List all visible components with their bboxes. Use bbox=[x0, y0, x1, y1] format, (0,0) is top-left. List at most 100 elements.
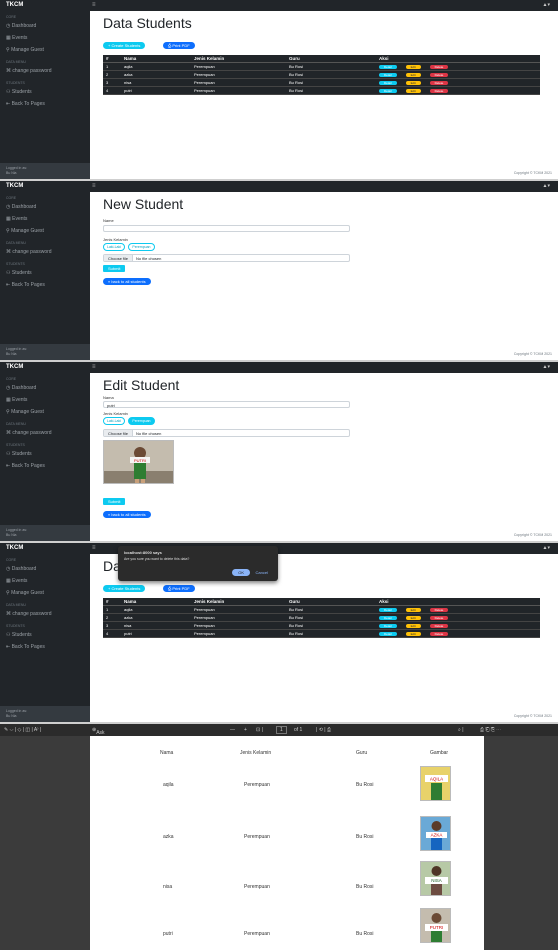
sidebar-item-change-password[interactable]: ⌘ change password bbox=[0, 427, 90, 439]
menu-toggle-icon[interactable]: ≡ bbox=[92, 545, 96, 551]
edit-button[interactable]: Edit bbox=[405, 608, 421, 612]
sidebar-item-change-password[interactable]: ⌘ change password bbox=[0, 608, 90, 620]
create-students-button[interactable]: + Create Students bbox=[103, 42, 146, 49]
sidebar-item-events[interactable]: ▦ Events bbox=[0, 394, 90, 406]
search-icon[interactable]: ⌕ | bbox=[458, 727, 464, 733]
dialog-cancel-button[interactable]: Cancel bbox=[254, 569, 270, 576]
delete-button[interactable]: Delete bbox=[429, 616, 449, 620]
file-input[interactable]: Choose file No file chosen bbox=[103, 254, 350, 262]
detail-button[interactable]: Detail bbox=[379, 608, 397, 612]
detail-button[interactable]: Detail bbox=[379, 89, 397, 93]
back-to-students-button[interactable]: « back to all students bbox=[103, 278, 151, 285]
brand[interactable]: TKCM bbox=[6, 183, 23, 189]
delete-button[interactable]: Delete bbox=[429, 624, 449, 628]
sidebar-item-manage-guest[interactable]: ⚲ Manage Guest bbox=[0, 44, 90, 56]
edit-button[interactable]: Edit bbox=[405, 65, 421, 69]
back-to-students-button[interactable]: « back to all students bbox=[103, 511, 151, 518]
name-input[interactable] bbox=[103, 225, 350, 232]
sidebar-item-events[interactable]: ▦ Events bbox=[0, 213, 90, 225]
sidebar-item-dashboard[interactable]: ◷ Dashboard bbox=[0, 563, 90, 575]
page-count: of 1 bbox=[294, 727, 303, 733]
name-label: Nama bbox=[103, 395, 114, 400]
menu-toggle-icon[interactable]: ≡ bbox=[92, 183, 96, 189]
ask-copilot-button[interactable]: ⊕ Ask Copilot bbox=[92, 727, 112, 742]
edit-button[interactable]: Edit bbox=[405, 632, 421, 636]
submit-button[interactable]: Submit bbox=[103, 265, 126, 272]
sidebar-item-change-password[interactable]: ⌘ change password bbox=[0, 65, 90, 77]
user-menu-icon[interactable]: ▲▾ bbox=[543, 545, 550, 551]
detail-button[interactable]: Detail bbox=[379, 632, 397, 636]
zoom-in-icon[interactable]: + bbox=[244, 727, 247, 733]
sidebar-item-change-password[interactable]: ⌘ change password bbox=[0, 246, 90, 258]
radio-perempuan[interactable]: Perempuan bbox=[128, 417, 155, 425]
pdf-cell-guru: Bu Rosi bbox=[356, 834, 374, 840]
user-menu-icon[interactable]: ▲▾ bbox=[543, 183, 550, 189]
radio-laki-laki[interactable]: Laki-Laki bbox=[103, 417, 126, 425]
sidebar-item-students[interactable]: ⚇ Students bbox=[0, 629, 90, 641]
delete-button[interactable]: Delete bbox=[429, 89, 449, 93]
edit-button[interactable]: Edit bbox=[405, 624, 421, 628]
brand[interactable]: TKCM bbox=[6, 364, 23, 370]
fit-page-icon[interactable]: ⊡ | bbox=[256, 727, 263, 733]
print-icon[interactable]: ⎙ ⎗ ⎘ ⋯ bbox=[480, 727, 501, 733]
sidebar-item-manage-guest[interactable]: ⚲ Manage Guest bbox=[0, 406, 90, 418]
sidebar-item-back[interactable]: ⇤ Back To Pages bbox=[0, 279, 90, 291]
detail-button[interactable]: Detail bbox=[379, 616, 397, 620]
print-pdf-button[interactable]: ⎙ Print PDF bbox=[163, 585, 195, 592]
menu-toggle-icon[interactable]: ≡ bbox=[92, 364, 96, 370]
choose-file-button[interactable]: Choose file bbox=[104, 430, 134, 436]
user-menu-icon[interactable]: ▲▾ bbox=[543, 2, 550, 8]
name-input[interactable]: putri bbox=[103, 401, 350, 408]
brand[interactable]: TKCM bbox=[6, 545, 23, 551]
pdf-cell-jk: Perempuan bbox=[244, 884, 270, 890]
main-content: Edit Student Nama putri Jenis Kelamin La… bbox=[90, 373, 558, 541]
table-row: 3 nisa Perempuan Bu Rosi Detail Edit Delete bbox=[103, 78, 540, 87]
gender-label: Jenis Kelamin bbox=[103, 237, 128, 242]
edit-button[interactable]: Edit bbox=[405, 81, 421, 85]
sidebar-item-back[interactable]: ⇤ Back To Pages bbox=[0, 98, 90, 110]
sidebar-item-dashboard[interactable]: ◷ Dashboard bbox=[0, 382, 90, 394]
draw-icon[interactable]: ✎ ⌵ | ◇ | ◫ | A⁾ | bbox=[4, 727, 41, 733]
sidebar-item-events[interactable]: ▦ Events bbox=[0, 32, 90, 44]
user-menu-icon[interactable]: ▲▾ bbox=[543, 364, 550, 370]
pdf-page: Nama Jenis Kelamin Guru Gambar aqila Per… bbox=[90, 736, 484, 950]
detail-button[interactable]: Detail bbox=[379, 65, 397, 69]
sidebar-item-students[interactable]: ⚇ Students bbox=[0, 448, 90, 460]
sidebar-item-events[interactable]: ▦ Events bbox=[0, 575, 90, 587]
delete-button[interactable]: Delete bbox=[429, 632, 449, 636]
file-input[interactable]: Choose file No file chosen bbox=[103, 429, 350, 437]
menu-toggle-icon[interactable]: ≡ bbox=[92, 2, 96, 8]
sidebar-item-manage-guest[interactable]: ⚲ Manage Guest bbox=[0, 587, 90, 599]
sidebar-item-dashboard[interactable]: ◷ Dashboard bbox=[0, 201, 90, 213]
submit-button[interactable]: Submit bbox=[103, 498, 126, 505]
sidebar: CORE ◷ Dashboard ▦ Events ⚲ Manage Guest… bbox=[0, 554, 90, 722]
sidebar-item-students[interactable]: ⚇ Students bbox=[0, 267, 90, 279]
brand[interactable]: TKCM bbox=[6, 2, 23, 8]
edit-button[interactable]: Edit bbox=[405, 73, 421, 77]
radio-laki-laki[interactable]: Laki-Laki bbox=[103, 243, 126, 251]
delete-button[interactable]: Delete bbox=[429, 608, 449, 612]
choose-file-button[interactable]: Choose file bbox=[104, 255, 134, 261]
delete-button[interactable]: Delete bbox=[429, 73, 449, 77]
detail-button[interactable]: Detail bbox=[379, 73, 397, 77]
edit-button[interactable]: Edit bbox=[405, 89, 421, 93]
sidebar-item-dashboard[interactable]: ◷ Dashboard bbox=[0, 20, 90, 32]
page-number-input[interactable]: 1 bbox=[276, 726, 287, 734]
pdf-student-photo: PUTRI bbox=[420, 908, 451, 943]
delete-button[interactable]: Delete bbox=[429, 65, 449, 69]
create-students-button[interactable]: + Create Students bbox=[103, 585, 146, 592]
edit-button[interactable]: Edit bbox=[405, 616, 421, 620]
detail-button[interactable]: Detail bbox=[379, 81, 397, 85]
rotate-icon[interactable]: | ⟲ | ⎙ bbox=[316, 727, 331, 733]
delete-button[interactable]: Delete bbox=[429, 81, 449, 85]
sidebar-item-manage-guest[interactable]: ⚲ Manage Guest bbox=[0, 225, 90, 237]
table-row: 4 putri Perempuan Bu Rosi Detail Edit Delete bbox=[103, 86, 540, 95]
dialog-ok-button[interactable]: OK bbox=[232, 569, 250, 576]
print-pdf-button[interactable]: ⎙ Print PDF bbox=[163, 42, 195, 49]
zoom-out-icon[interactable]: — bbox=[230, 727, 235, 733]
sidebar-item-back[interactable]: ⇤ Back To Pages bbox=[0, 641, 90, 653]
detail-button[interactable]: Detail bbox=[379, 624, 397, 628]
sidebar-item-students[interactable]: ⚇ Students bbox=[0, 86, 90, 98]
sidebar-item-back[interactable]: ⇤ Back To Pages bbox=[0, 460, 90, 472]
radio-perempuan[interactable]: Perempuan bbox=[128, 243, 155, 251]
